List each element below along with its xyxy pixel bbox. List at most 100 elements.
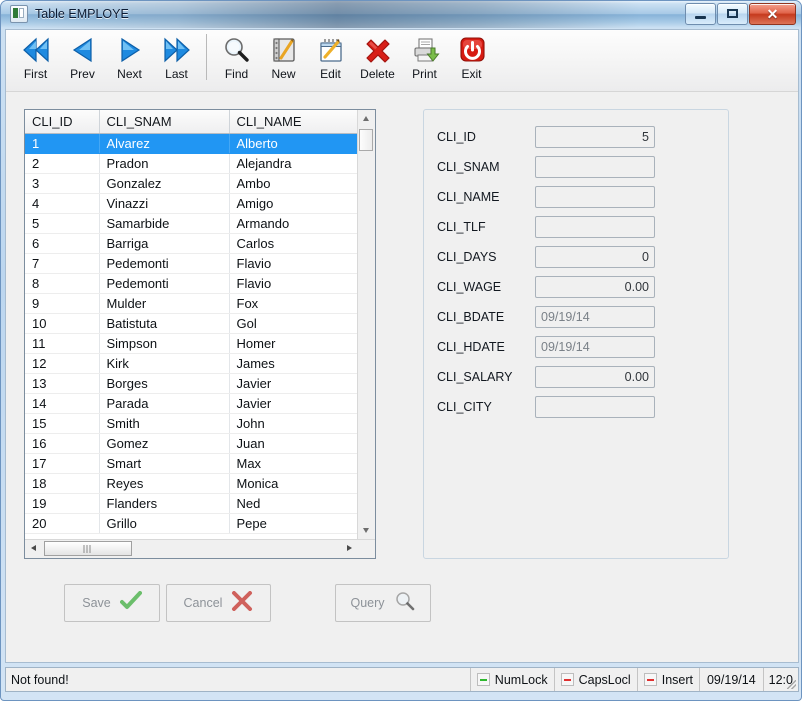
table-cell[interactable]: Flavio [229,274,357,294]
table-cell[interactable]: Smart [99,454,229,474]
table-cell[interactable]: Pedemonti [99,274,229,294]
table-cell[interactable]: John [229,414,357,434]
vertical-scroll-thumb[interactable] [359,129,373,151]
table-row[interactable]: 9MulderFox [25,294,357,314]
table-row[interactable]: 20GrilloPepe [25,514,357,534]
toolbar-button-edit[interactable]: Edit [307,30,354,88]
table-row[interactable]: 5SamarbideArmando [25,214,357,234]
table-cell[interactable]: Pedemonti [99,254,229,274]
table-cell[interactable]: 19 [25,494,99,514]
column-header-cli-id[interactable]: CLI_ID [25,110,99,134]
table-cell[interactable]: Carlos [229,234,357,254]
table-cell[interactable]: 7 [25,254,99,274]
table-cell[interactable]: Borges [99,374,229,394]
form-input-cli-name[interactable] [535,186,655,208]
table-cell[interactable]: Gonzalez [99,174,229,194]
table-row[interactable]: 18ReyesMonica [25,474,357,494]
table-cell[interactable]: Kirk [99,354,229,374]
close-button[interactable]: ✕ [749,3,796,25]
table-cell[interactable]: 17 [25,454,99,474]
column-header-cli-snam[interactable]: CLI_SNAM [99,110,229,134]
table-cell[interactable]: Batistuta [99,314,229,334]
toolbar-button-last[interactable]: Last [153,30,200,88]
status-insert[interactable]: Insert [638,668,700,691]
table-cell[interactable]: 14 [25,394,99,414]
save-button[interactable]: Save [64,584,160,622]
table-horizontal-scrollbar[interactable] [25,539,375,558]
form-input-cli-tlf[interactable] [535,216,655,238]
table-cell[interactable]: Simpson [99,334,229,354]
horizontal-scroll-thumb[interactable] [44,541,132,556]
table-cell[interactable]: Vinazzi [99,194,229,214]
table-row[interactable]: 14ParadaJavier [25,394,357,414]
table-cell[interactable]: Parada [99,394,229,414]
table-row[interactable]: 4VinazziAmigo [25,194,357,214]
table-cell[interactable]: Amigo [229,194,357,214]
toolbar-button-prev[interactable]: Prev [59,30,106,88]
table-cell[interactable]: 13 [25,374,99,394]
table-cell[interactable]: 20 [25,514,99,534]
status-capslock[interactable]: CapsLocl [555,668,638,691]
table-cell[interactable]: Ned [229,494,357,514]
maximize-button[interactable] [717,3,748,25]
table-cell[interactable]: Gol [229,314,357,334]
table-row[interactable]: 2PradonAlejandra [25,154,357,174]
form-input-cli-wage[interactable] [535,276,655,298]
table-cell[interactable]: Javier [229,394,357,414]
table-cell[interactable]: Juan [229,434,357,454]
table-row[interactable]: 8PedemontiFlavio [25,274,357,294]
scroll-left-arrow-icon[interactable] [25,540,42,557]
toolbar-button-print[interactable]: Print [401,30,448,88]
table-row[interactable]: 13BorgesJavier [25,374,357,394]
scroll-up-arrow-icon[interactable] [358,110,375,127]
table-cell[interactable]: James [229,354,357,374]
table-cell[interactable]: 5 [25,214,99,234]
table-cell[interactable]: Flanders [99,494,229,514]
table-cell[interactable]: Alberto [229,134,357,154]
toolbar-button-delete[interactable]: Delete [354,30,401,88]
table-cell[interactable]: Mulder [99,294,229,314]
table-row[interactable]: 19FlandersNed [25,494,357,514]
table-cell[interactable]: Fox [229,294,357,314]
table-cell[interactable]: Grillo [99,514,229,534]
table-row[interactable]: 12KirkJames [25,354,357,374]
table-cell[interactable]: Reyes [99,474,229,494]
table-row[interactable]: 15SmithJohn [25,414,357,434]
table-row[interactable]: 7PedemontiFlavio [25,254,357,274]
table-cell[interactable]: Armando [229,214,357,234]
table-cell[interactable]: Pepe [229,514,357,534]
scroll-right-arrow-icon[interactable] [341,540,358,557]
table-cell[interactable]: 2 [25,154,99,174]
table-vertical-scrollbar[interactable] [357,110,375,539]
table-cell[interactable]: 8 [25,274,99,294]
query-button[interactable]: Query [335,584,431,622]
table-cell[interactable]: Homer [229,334,357,354]
toolbar-button-find[interactable]: Find [213,30,260,88]
toolbar-button-new[interactable]: New [260,30,307,88]
table-row[interactable]: 17SmartMax [25,454,357,474]
form-input-cli-city[interactable] [535,396,655,418]
table-cell[interactable]: Monica [229,474,357,494]
form-input-cli-snam[interactable] [535,156,655,178]
minimize-button[interactable] [685,3,716,25]
table-cell[interactable]: 18 [25,474,99,494]
form-input-cli-bdate[interactable] [535,306,655,328]
table-cell[interactable]: Javier [229,374,357,394]
table-cell[interactable]: 10 [25,314,99,334]
column-header-cli-name[interactable]: CLI_NAME [229,110,357,134]
form-input-cli-salary[interactable] [535,366,655,388]
table-cell[interactable]: Samarbide [99,214,229,234]
table-cell[interactable]: Gomez [99,434,229,454]
cancel-button[interactable]: Cancel [166,584,271,622]
table-row[interactable]: 6BarrigaCarlos [25,234,357,254]
table-cell[interactable]: 4 [25,194,99,214]
table-cell[interactable]: Alejandra [229,154,357,174]
resize-grip-icon[interactable] [787,680,796,689]
toolbar-button-exit[interactable]: Exit [448,30,495,88]
table-cell[interactable]: 9 [25,294,99,314]
table-cell[interactable]: Smith [99,414,229,434]
table-row[interactable]: 11SimpsonHomer [25,334,357,354]
form-input-cli-hdate[interactable] [535,336,655,358]
table-cell[interactable]: 12 [25,354,99,374]
table-row[interactable]: 10BatistutaGol [25,314,357,334]
